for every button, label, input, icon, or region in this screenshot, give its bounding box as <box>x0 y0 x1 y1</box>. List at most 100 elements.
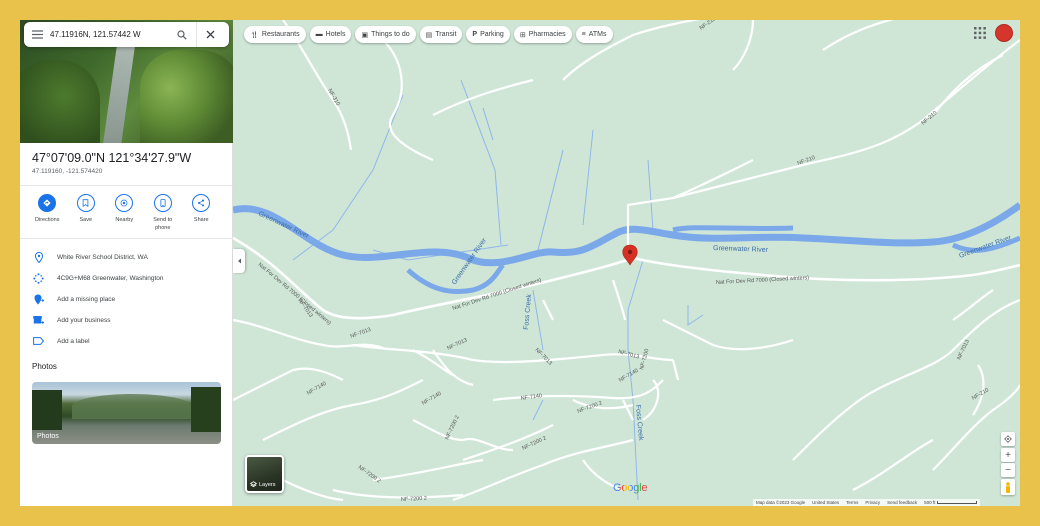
logo-text: Google <box>613 482 648 494</box>
road-label: NF-7013 <box>446 337 468 351</box>
send-to-phone-button[interactable]: Send to phone <box>144 194 183 232</box>
action-label: Directions <box>35 217 60 223</box>
chip-label: Restaurants <box>261 31 300 38</box>
chip-pharmacies[interactable]: ⊞ Pharmacies <box>513 26 572 43</box>
road-label: NF-7200 <box>639 348 650 370</box>
layers-button[interactable]: Layers <box>245 455 284 493</box>
action-label: Share <box>193 217 209 223</box>
road-label: NF-7200 2 <box>444 415 460 441</box>
add-missing-place[interactable]: Add a missing place <box>20 289 233 309</box>
phone-icon <box>160 199 166 207</box>
chip-things-to-do[interactable]: ▣ Things to do <box>355 26 416 43</box>
road-label: Nat For Dev Rd 7000 (Closed winters) <box>716 275 810 286</box>
location-pin-icon <box>34 251 43 263</box>
menu-button[interactable] <box>24 22 50 47</box>
road-label: NF-7013 <box>534 347 553 366</box>
road-label: NF-7013 <box>350 327 372 340</box>
divider <box>20 185 233 186</box>
creek-label: Foss Creek <box>523 293 533 330</box>
zoom-out-button[interactable]: − <box>1001 463 1015 477</box>
action-buttons: Directions Save Nearby Send to phone Sha… <box>28 194 228 232</box>
action-label: Nearby <box>115 217 134 223</box>
add-a-label[interactable]: Add a label <box>20 331 233 351</box>
map-footer: Map data ©2023 Google United States Term… <box>753 499 981 506</box>
add-place-icon <box>34 294 44 304</box>
collapse-panel-button[interactable] <box>233 249 245 273</box>
road-label: NF-7140 <box>306 381 328 397</box>
plus-code-icon <box>33 272 44 284</box>
chip-restaurants[interactable]: 🍴︎ Restaurants <box>244 26 306 43</box>
zoom-in-button[interactable]: + <box>1001 448 1015 462</box>
label-icon <box>33 337 44 345</box>
info-text: Add a missing place <box>57 295 116 303</box>
road-label: NF-310 <box>326 88 340 107</box>
scale-bar <box>937 501 978 504</box>
scale-label: 500 ft <box>924 500 936 505</box>
info-school-district[interactable]: White River School District, WA <box>20 247 233 267</box>
apps-grid-icon[interactable] <box>974 27 986 39</box>
road-label: NF-7140 <box>618 368 640 384</box>
action-label: Send to phone <box>153 217 173 231</box>
divider <box>20 238 233 239</box>
road-label: NF-7200 2 <box>357 465 382 485</box>
category-chips: 🍴︎ Restaurants ▬ Hotels ▣ Things to do ▤ Tra… <box>244 26 613 43</box>
directions-icon <box>43 199 51 207</box>
restaurant-icon: 🍴︎ <box>250 31 259 39</box>
camera-icon: ▣ <box>361 31 369 39</box>
side-panel: 47°07'09.0"N 121°34'27.9"W 47.119160, -1… <box>20 20 233 506</box>
chip-label: Hotels <box>325 31 346 38</box>
info-text: White River School District, WA <box>57 253 148 261</box>
action-label: Save <box>79 217 93 223</box>
hotel-icon: ▬ <box>315 31 323 38</box>
road-label: NF-7140 <box>421 391 443 407</box>
street-view-pegman[interactable] <box>1001 479 1015 495</box>
river-label: Greenwater River <box>713 245 769 254</box>
clear-search-button[interactable] <box>196 22 224 47</box>
info-text: Add your business <box>57 316 111 324</box>
creek-label: Foss Creek <box>634 405 644 442</box>
map-canvas[interactable]: NF-210 NF-310 NF-210 NF-210 Nat For Dev … <box>233 20 1020 506</box>
directions-button[interactable]: Directions <box>28 194 67 232</box>
place-title: 47°07'09.0"N 121°34'27.9"W <box>32 151 192 165</box>
chip-atms[interactable]: ≡ ATMs <box>575 26 613 43</box>
chip-hotels[interactable]: ▬ Hotels <box>309 26 352 43</box>
share-button[interactable]: Share <box>182 194 221 232</box>
close-icon <box>206 30 215 39</box>
account-avatar[interactable] <box>995 24 1013 42</box>
bookmark-icon <box>82 199 89 207</box>
road-label: NF-7140 <box>520 393 542 402</box>
browser-window: NF-210 NF-310 NF-210 NF-210 Nat For Dev … <box>20 20 1020 506</box>
business-icon <box>33 316 44 324</box>
send-feedback-link[interactable]: Send feedback <box>887 500 917 505</box>
decimal-coordinates[interactable]: 47.119160, -121.574420 <box>32 168 102 175</box>
scale-control[interactable]: 500 ft <box>924 500 978 505</box>
chip-transit[interactable]: ▤ Transit <box>419 26 463 43</box>
country-link[interactable]: United States <box>812 500 839 505</box>
privacy-link[interactable]: Privacy <box>865 500 880 505</box>
chevron-left-icon <box>237 258 241 264</box>
map-graphics: NF-210 NF-310 NF-210 NF-210 Nat For Dev … <box>233 20 1020 503</box>
nearby-button[interactable]: Nearby <box>105 194 144 232</box>
add-your-business[interactable]: Add your business <box>20 310 233 330</box>
nearby-icon <box>120 199 128 207</box>
my-location-icon <box>1004 435 1012 443</box>
my-location-button[interactable] <box>1001 432 1015 446</box>
search-button[interactable] <box>168 22 196 47</box>
photos-card[interactable]: Photos <box>32 382 221 444</box>
layers-label: Layers <box>259 482 276 488</box>
info-plus-code[interactable]: 4C9G+M68 Greenwater, Washington <box>20 268 233 288</box>
road-label: NF-7200 2 <box>401 496 427 503</box>
save-button[interactable]: Save <box>67 194 106 232</box>
photos-heading: Photos <box>32 362 57 371</box>
pegman-icon <box>1006 481 1010 493</box>
google-logo: Google <box>613 482 647 494</box>
chip-parking[interactable]: P Parking <box>466 26 510 43</box>
atm-icon: ≡ <box>581 31 586 38</box>
terms-link[interactable]: Terms <box>846 500 858 505</box>
chip-label: Parking <box>480 31 504 38</box>
road-label: Nat For Dev Rd 7000 (Closed winters) <box>257 262 332 327</box>
chip-label: Pharmacies <box>528 31 566 38</box>
plus-icon: + <box>1005 449 1011 461</box>
road-label: NF-7013 <box>956 339 970 361</box>
search-input[interactable] <box>50 24 168 45</box>
